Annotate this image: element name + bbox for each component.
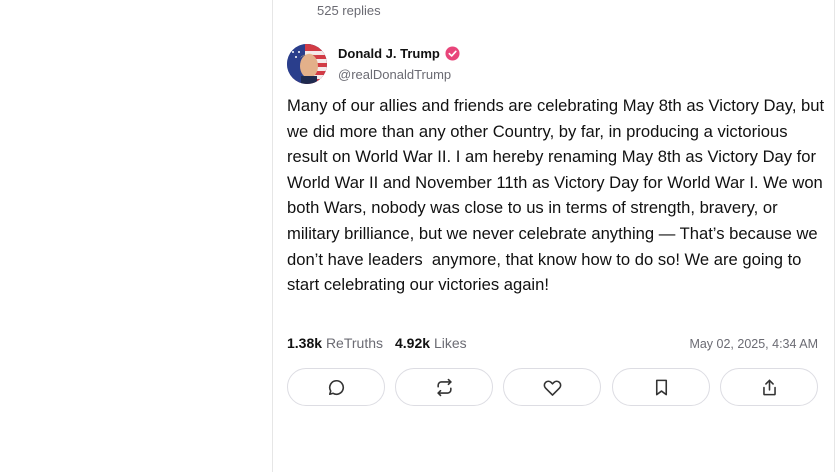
retruths-label: ReTruths — [325, 335, 383, 351]
replies-count[interactable]: 525 replies — [317, 3, 381, 18]
post-stats: 1.38k ReTruths 4.92k Likes — [287, 335, 467, 351]
post-timestamp[interactable]: May 02, 2025, 4:34 AM — [689, 337, 818, 351]
avatar[interactable] — [287, 44, 327, 84]
likes-stat[interactable]: 4.92k Likes — [395, 335, 467, 351]
author-name-row: Donald J. Trump — [338, 46, 460, 61]
column-divider-right — [834, 0, 835, 472]
likes-count: 4.92k — [395, 335, 431, 351]
retruths-stat[interactable]: 1.38k ReTruths — [287, 335, 383, 351]
column-divider-left — [272, 0, 273, 472]
bookmark-button[interactable] — [612, 368, 710, 406]
retruths-count: 1.38k — [287, 335, 323, 351]
repost-icon — [436, 378, 452, 396]
verified-badge-icon — [445, 46, 460, 61]
left-sidebar — [0, 0, 272, 472]
reply-button[interactable] — [287, 368, 385, 406]
heart-icon — [543, 379, 561, 396]
retruth-button[interactable] — [395, 368, 493, 406]
like-button[interactable] — [503, 368, 601, 406]
bookmark-icon — [655, 379, 667, 395]
author-handle[interactable]: @realDonaldTrump — [338, 67, 451, 82]
author-display-name[interactable]: Donald J. Trump — [338, 46, 440, 61]
share-button[interactable] — [720, 368, 818, 406]
comment-icon — [328, 379, 344, 395]
likes-label: Likes — [433, 335, 467, 351]
share-icon — [762, 379, 776, 395]
post-text: Many of our allies and friends are celeb… — [287, 96, 829, 295]
